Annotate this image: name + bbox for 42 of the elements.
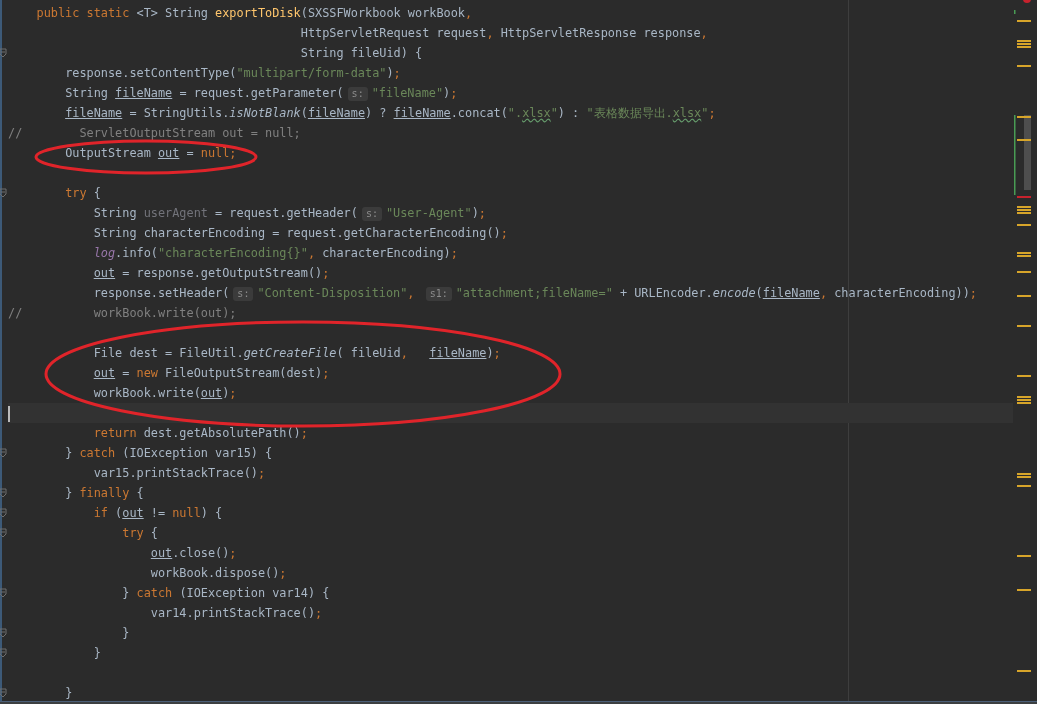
fold-icon[interactable]	[0, 528, 7, 538]
fold-icon[interactable]	[0, 48, 7, 58]
code-line: if (out != null) {	[92, 506, 223, 520]
code-line: String userAgent = request.getHeader( s: "User-Agent");	[92, 206, 486, 220]
code-line: OutputStream out = null;	[64, 146, 237, 160]
code-line: var15.printStackTrace();	[92, 466, 266, 480]
code-line: return dest.getAbsolutePath();	[92, 426, 308, 440]
code-line: response.setContentType("multipart/form-data");	[64, 66, 401, 80]
code-line: HttpServletRequest request, HttpServletResponse response,	[299, 26, 708, 40]
text-caret	[8, 405, 10, 422]
code-line: public static <T> String exportToDisk(SXSSFWorkbook workBook,	[35, 6, 473, 20]
fold-icon[interactable]	[0, 588, 7, 598]
code-line: }	[92, 646, 101, 660]
code-line: // workBook.write(out);	[8, 306, 237, 320]
code-line: workBook.dispose();	[149, 566, 287, 580]
code-line: out = response.getOutputStream();	[92, 266, 330, 280]
code-line: var14.printStackTrace();	[149, 606, 323, 620]
code-line: } catch (IOException var15) {	[64, 446, 273, 460]
code-line: }	[121, 626, 130, 640]
code-line: File dest = FileUtil.getCreateFile( fileUid, fileName);	[92, 346, 501, 360]
code-line: } finally {	[64, 486, 144, 500]
code-line: try {	[121, 526, 158, 540]
fold-icon[interactable]	[0, 448, 7, 458]
code-line: String fileName = request.getParameter( s: "fileName");	[64, 86, 458, 100]
code-line: out = new FileOutputStream(dest);	[92, 366, 330, 380]
fold-icon[interactable]	[0, 628, 7, 638]
code-line: } catch (IOException var14) {	[121, 586, 330, 600]
code-line: log.info("characterEncoding{}", characterEncoding);	[92, 246, 458, 260]
code-line: try {	[64, 186, 101, 200]
fold-icon[interactable]	[0, 688, 7, 698]
code-line: // ServletOutputStream out = null;	[8, 126, 301, 140]
code-line: fileName = StringUtils.isNotBlank(fileName) ? fileName.concat(".xlsx") : "表格数据导出.xlsx";	[64, 106, 716, 120]
code-line: String characterEncoding = request.getCharacterEncoding();	[92, 226, 508, 240]
fold-icon[interactable]	[0, 488, 7, 498]
fold-icon[interactable]	[0, 648, 7, 658]
code-line: String fileUid) {	[299, 46, 423, 60]
code-line: workBook.write(out);	[92, 386, 237, 400]
code-line: response.setHeader( s: "Content-Disposition", s1: "attachment;fileName=" + URLEncoder.encode(fileName, characterEncoding));	[92, 286, 977, 300]
code-line: out.close();	[149, 546, 237, 560]
fold-icon[interactable]	[0, 508, 7, 518]
fold-icon[interactable]	[0, 188, 7, 198]
code-line: }	[64, 686, 73, 700]
